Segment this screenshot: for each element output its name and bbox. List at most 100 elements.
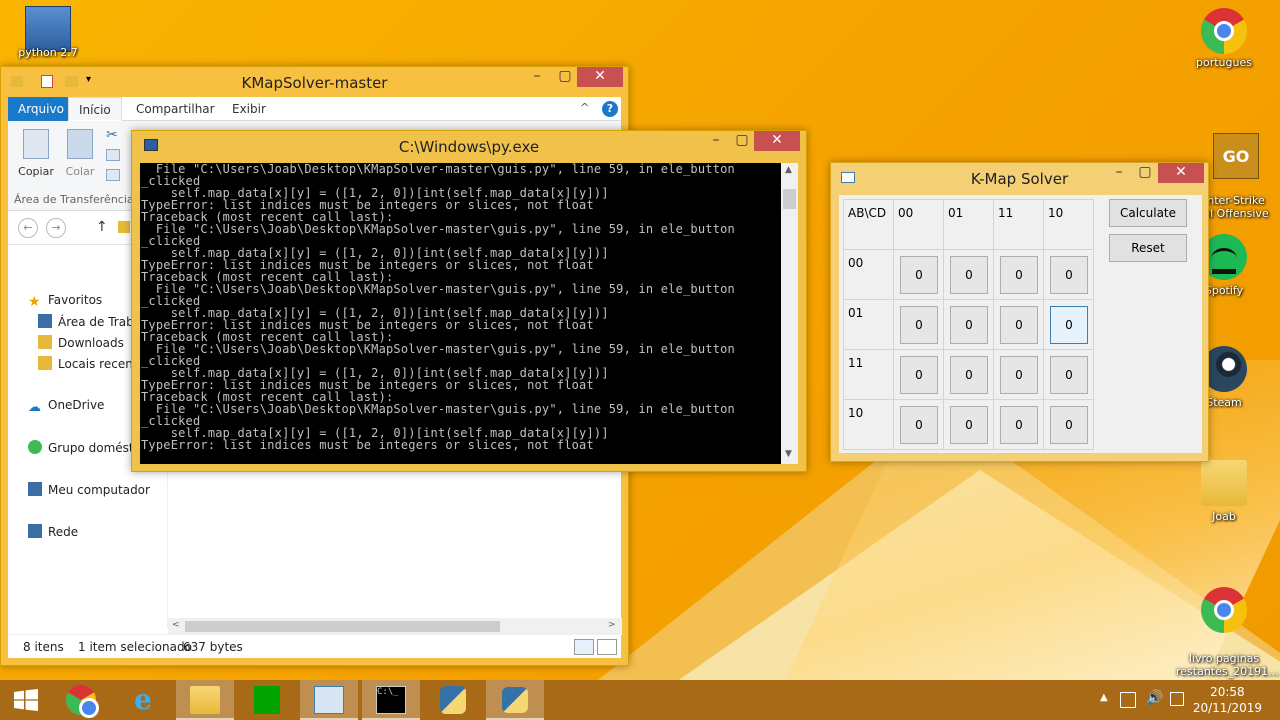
console-icon: C:\_	[376, 686, 406, 714]
vertical-scrollbar[interactable]: ▲ ▼	[781, 163, 798, 464]
kmap-cell-button[interactable]: 0	[950, 306, 988, 344]
start-button[interactable]	[0, 680, 58, 720]
taskbar-chrome[interactable]	[52, 680, 110, 720]
kmap-cell-button[interactable]: 0	[1000, 256, 1038, 294]
scroll-left-icon[interactable]: <	[172, 620, 180, 630]
kmap-cell: 0	[993, 249, 1044, 300]
close-button[interactable]: ✕	[754, 131, 800, 151]
taskbar-file-explorer[interactable]	[176, 680, 234, 720]
copy-button[interactable]: Copiar	[16, 129, 56, 178]
reset-button[interactable]: Reset	[1109, 234, 1187, 262]
kmap-cell: 0	[1043, 349, 1094, 400]
chrome-icon	[1201, 8, 1247, 54]
kmap-cell: 0	[1043, 399, 1094, 450]
scroll-right-icon[interactable]: >	[608, 620, 616, 630]
close-button[interactable]: ✕	[577, 67, 623, 87]
kmap-cell-button[interactable]: 0	[1000, 356, 1038, 394]
kmap-cell: 0	[993, 399, 1044, 450]
desktop-icon-label: Joab	[1212, 510, 1236, 523]
console-output-area[interactable]: File "C:\Users\Joab\Desktop\KMapSolver-m…	[140, 163, 781, 464]
kmap-cell-button[interactable]: 0	[1000, 306, 1038, 344]
kmap-cell: 0	[943, 249, 994, 300]
kmap-cell: 0	[943, 299, 994, 350]
homegroup-icon	[28, 440, 42, 454]
nav-computer[interactable]: Meu computador	[28, 482, 168, 497]
maximize-button[interactable]: ▢	[551, 67, 579, 87]
explorer-titlebar[interactable]: ▾ KMapSolver-master – ▢ ✕	[1, 67, 628, 97]
show-hidden-icons-icon[interactable]: ▲	[1100, 692, 1108, 703]
details-view-button[interactable]	[574, 639, 594, 655]
scrollbar-thumb[interactable]	[783, 189, 796, 209]
kmap-cell-button[interactable]: 0	[1050, 356, 1088, 394]
network-icon[interactable]	[1170, 692, 1184, 706]
kmap-cell: 0	[993, 349, 1044, 400]
clock[interactable]: 20:58 20/11/2019	[1193, 684, 1262, 716]
help-icon[interactable]: ?	[602, 101, 618, 117]
scroll-up-icon[interactable]: ▲	[785, 165, 792, 175]
row-header: 00	[843, 249, 894, 300]
cut-icon[interactable]: ✂	[106, 127, 118, 143]
tab-exibir[interactable]: Exibir	[222, 97, 276, 121]
kmap-titlebar[interactable]: K-Map Solver – ▢ ✕	[831, 163, 1208, 193]
tab-compartilhar[interactable]: Compartilhar	[126, 97, 225, 121]
back-button[interactable]: ←	[18, 218, 38, 238]
console-output: File "C:\Users\Joab\Desktop\KMapSolver-m…	[141, 163, 735, 452]
taskbar-console[interactable]: C:\_	[362, 680, 420, 720]
minimize-button[interactable]: –	[702, 131, 730, 151]
kmap-body: AB\CD 00 01 11 10 00 0 0 0 0 01 0 0 0 0 …	[839, 195, 1202, 453]
kmap-cell-button[interactable]: 0	[900, 306, 938, 344]
kmap-cell-button[interactable]: 0	[900, 406, 938, 444]
kmap-cell: 0	[893, 349, 944, 400]
nav-network[interactable]: Rede	[28, 524, 168, 539]
desktop-icon-livro[interactable]: livro paginas restantes_20191...	[1176, 574, 1279, 691]
kmap-cell-button[interactable]: 0	[1050, 406, 1088, 444]
tab-arquivo[interactable]: Arquivo	[8, 97, 74, 121]
collapse-ribbon-icon[interactable]: ^	[580, 101, 589, 114]
desktop-icon-portugues[interactable]: portugues	[1184, 8, 1264, 69]
python-launcher-icon	[440, 686, 466, 714]
desktop-icon-joab[interactable]: Joab	[1184, 460, 1264, 523]
kmap-cell-button[interactable]: 0	[950, 406, 988, 444]
taskbar-tk-app[interactable]	[300, 680, 358, 720]
kmap-cell-button[interactable]: 0	[1050, 256, 1088, 294]
action-center-icon[interactable]	[1120, 692, 1136, 708]
csgo-icon: GO	[1213, 133, 1259, 179]
clock-time: 20:58	[1210, 685, 1245, 699]
scrollbar-thumb[interactable]	[185, 621, 500, 632]
kmap-cell: 0	[943, 399, 994, 450]
taskbar-store[interactable]	[238, 680, 296, 720]
minimize-button[interactable]: –	[1105, 163, 1133, 183]
internet-explorer-icon: e	[134, 683, 152, 716]
paste-shortcut-icon[interactable]	[106, 169, 120, 181]
downloads-icon	[38, 335, 52, 349]
kmap-cell-button[interactable]: 0	[900, 356, 938, 394]
taskbar-python[interactable]	[486, 680, 544, 720]
volume-icon[interactable]: 🔊	[1146, 690, 1163, 706]
tab-inicio[interactable]: Início	[68, 97, 122, 121]
desktop-icon-python[interactable]: python 2.7	[8, 6, 88, 59]
kmap-cell: 0	[993, 299, 1044, 350]
up-button[interactable]: ↑	[96, 219, 108, 235]
large-icons-view-button[interactable]	[597, 639, 617, 655]
taskbar-python-launcher[interactable]	[424, 680, 482, 720]
star-icon: ★	[28, 294, 41, 308]
copy-path-icon[interactable]	[106, 149, 120, 161]
paste-button[interactable]: Colar	[60, 129, 100, 178]
file-explorer-icon	[190, 686, 220, 714]
minimize-button[interactable]: –	[523, 67, 551, 87]
kmap-cell-button-focused[interactable]: 0	[1050, 306, 1088, 344]
horizontal-scrollbar[interactable]: < >	[168, 618, 622, 635]
maximize-button[interactable]: ▢	[1131, 163, 1159, 183]
kmap-cell-button[interactable]: 0	[950, 356, 988, 394]
forward-button[interactable]: →	[46, 218, 66, 238]
close-button[interactable]: ✕	[1158, 163, 1204, 183]
console-titlebar[interactable]: C:\Windows\py.exe – ▢ ✕	[132, 131, 806, 161]
calculate-button[interactable]: Calculate	[1109, 199, 1187, 227]
kmap-cell: 0	[893, 249, 944, 300]
kmap-cell-button[interactable]: 0	[950, 256, 988, 294]
kmap-cell-button[interactable]: 0	[900, 256, 938, 294]
maximize-button[interactable]: ▢	[728, 131, 756, 151]
kmap-cell-button[interactable]: 0	[1000, 406, 1038, 444]
taskbar-internet-explorer[interactable]: e	[114, 680, 172, 720]
scroll-down-icon[interactable]: ▼	[785, 449, 792, 459]
